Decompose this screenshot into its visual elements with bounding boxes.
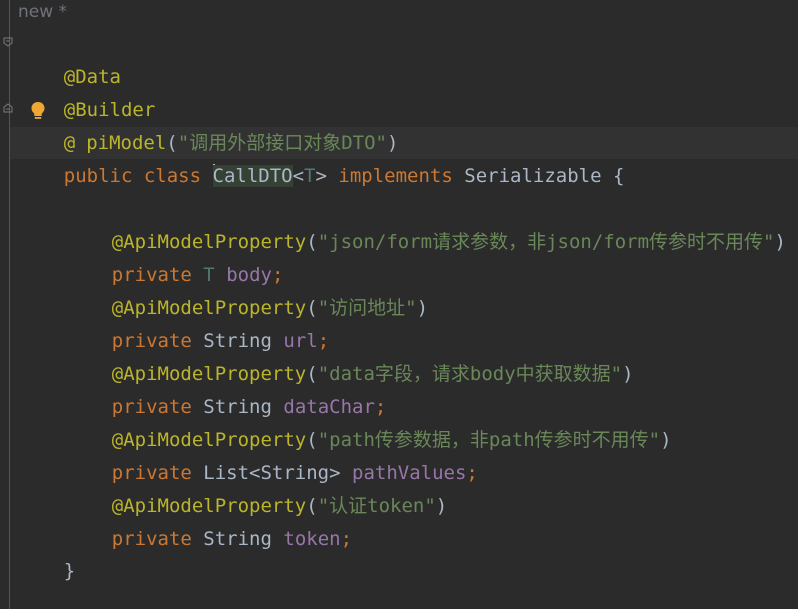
semicolon: ; <box>466 462 478 484</box>
code-line-4[interactable]: public class CallDTO<T> implements Seria… <box>18 127 624 187</box>
code-editor[interactable]: new * @Data @Builder @ piModel("调用外部接口对象D… <box>0 0 798 609</box>
field-type: String <box>203 528 272 550</box>
angle-open: < <box>292 165 305 187</box>
code-line-15[interactable]: private String token; <box>66 490 352 550</box>
paren-close: ) <box>774 231 786 253</box>
keyword: private <box>111 528 192 550</box>
code-line-2[interactable]: @Builder <box>18 61 156 121</box>
semicolon: ; <box>340 528 353 550</box>
paren-close: ) <box>622 363 634 385</box>
string-literal: "json/form请求参数，非json/form传参时不用传" <box>317 231 775 253</box>
gutter-divider <box>9 0 10 609</box>
code-line-1[interactable]: @Data <box>18 28 121 88</box>
code-line-6[interactable]: @ApiModelProperty("json/form请求参数，非json/f… <box>66 193 786 253</box>
file-name-label: new * <box>18 2 68 22</box>
paren-close: ) <box>435 495 448 517</box>
string-literal: "访问地址" <box>317 297 417 319</box>
code-line-16[interactable]: } <box>18 522 75 582</box>
keyword: public <box>63 165 133 187</box>
type-parameter: T <box>304 165 316 187</box>
paren-open: ( <box>306 231 318 253</box>
fold-marker-icon[interactable] <box>3 103 13 113</box>
code-line-13[interactable]: private List<String> pathValues; <box>66 424 478 484</box>
paren-close: ) <box>660 429 672 451</box>
class-name: CallDTO <box>212 165 293 187</box>
code-line-9[interactable]: private String url; <box>66 292 329 352</box>
lightbulb-icon[interactable] <box>30 101 46 121</box>
interface-name: Serializable <box>464 165 602 187</box>
fold-marker-icon[interactable] <box>3 37 13 47</box>
code-line-11[interactable]: private String dataChar; <box>66 358 387 418</box>
code-line-8[interactable]: @ApiModelProperty("访问地址") <box>66 259 428 319</box>
keyword: implements <box>338 165 453 187</box>
code-line-7[interactable]: private T body; <box>66 226 284 286</box>
paren-close: ) <box>416 297 429 319</box>
brace-close: } <box>63 560 76 582</box>
code-line-10[interactable]: @ApiModelProperty("data字段，请求body中获取数据") <box>66 325 634 385</box>
code-line-12[interactable]: @ApiModelProperty("path传参数据，非path传参时不用传"… <box>66 391 672 451</box>
angle-close: > <box>315 165 327 187</box>
field-name: token <box>283 528 341 550</box>
code-line-3[interactable]: @ piModel("调用外部接口对象DTO") <box>18 94 399 154</box>
code-line-14[interactable]: @ApiModelProperty("认证token") <box>66 457 447 517</box>
keyword: class <box>143 165 202 187</box>
brace-open: { <box>612 165 625 187</box>
